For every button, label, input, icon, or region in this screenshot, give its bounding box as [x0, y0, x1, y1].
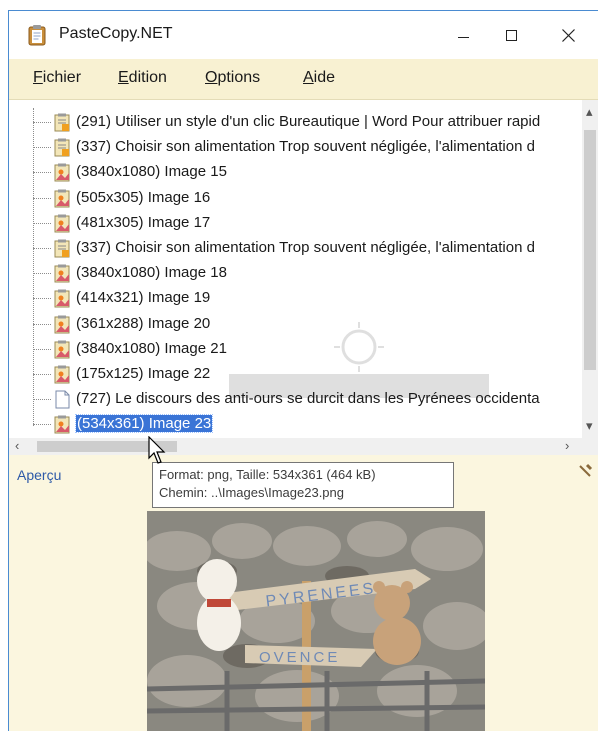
menu-edition-mnemonic: E: [118, 69, 129, 86]
text-clip-icon: [53, 113, 71, 132]
menu-options-mnemonic: O: [205, 69, 218, 86]
image-clip-icon: [53, 365, 71, 384]
tree-item[interactable]: (3840x1080) Image 21: [9, 337, 589, 362]
tooltip-path-line: Chemin: ..\Images\Image23.png: [159, 485, 344, 500]
menu-aide-label: ide: [313, 69, 336, 86]
scroll-down-arrow-icon[interactable]: ▾: [586, 418, 593, 434]
tree-connector: [33, 348, 51, 350]
tree-item-label: (505x305) Image 16: [76, 188, 211, 206]
vertical-scrollbar[interactable]: ▴ ▾: [582, 100, 598, 438]
tree-item[interactable]: (3840x1080) Image 18: [9, 261, 589, 286]
tree-item[interactable]: (361x288) Image 20: [9, 312, 589, 337]
tree-item-label: (414x321) Image 19: [76, 289, 211, 307]
tree-item[interactable]: (175x125) Image 22: [9, 362, 589, 387]
tree-item[interactable]: (505x305) Image 16: [9, 186, 589, 211]
menu-options-label: ptions: [217, 69, 261, 86]
tree-item[interactable]: (481x305) Image 17: [9, 211, 589, 236]
image-clip-icon: [53, 264, 71, 283]
text-clip-icon: [53, 138, 71, 157]
image-clip-icon: [53, 315, 71, 334]
tree-connector: [33, 323, 51, 325]
document-icon: [53, 390, 71, 409]
clipboard-app-icon: [28, 25, 46, 46]
tree-item-label: (337) Choisir son alimentation Trop souv…: [76, 138, 535, 156]
close-icon: [562, 29, 575, 42]
tree-item-label: (361x288) Image 20: [76, 314, 211, 332]
menu-edition-label: dition: [128, 69, 167, 86]
clipboard-history-tree[interactable]: (291) Utiliser un style d'un clic Bureau…: [9, 100, 598, 456]
tree-item[interactable]: (3840x1080) Image 15: [9, 160, 589, 185]
horizontal-scrollbar[interactable]: ‹ ›: [9, 438, 598, 455]
tree-item-label: (175x125) Image 22: [76, 365, 211, 382]
tree-item[interactable]: (337) Choisir son alimentation Trop souv…: [9, 236, 589, 261]
menu-options[interactable]: Options: [205, 69, 260, 87]
tree-item-label: (3840x1080) Image 15: [76, 163, 227, 181]
tree-item-label: (337) Choisir son alimentation Trop souv…: [76, 239, 535, 256]
menu-fichier[interactable]: Fichier: [33, 69, 81, 87]
minimize-button[interactable]: [441, 11, 487, 59]
tree-connector: [33, 273, 51, 275]
tree-item[interactable]: (414x321) Image 19: [9, 286, 589, 311]
close-button[interactable]: [545, 11, 591, 59]
preview-image: PYRENEES OVENCE: [147, 511, 485, 731]
pin-icon[interactable]: [577, 463, 593, 479]
title-bar[interactable]: PasteCopy.NET: [9, 11, 598, 59]
tree-item-label: (291) Utiliser un style d'un clic Bureau…: [76, 113, 541, 130]
scroll-left-arrow-icon[interactable]: ‹: [15, 438, 19, 453]
menu-fichier-mnemonic: F: [33, 69, 43, 86]
window-title: PasteCopy.NET: [59, 25, 173, 42]
tree-item-label: (534x361) Image 23: [74, 414, 214, 434]
menu-aide[interactable]: Aide: [303, 69, 335, 87]
tree-item-label: (727) Le discours des anti-ours se durci…: [76, 390, 540, 408]
tree-item[interactable]: (337) Choisir son alimentation Trop souv…: [9, 135, 589, 160]
tree-connector: [33, 197, 51, 199]
image-clip-icon: [53, 289, 71, 308]
tree-item[interactable]: (534x361) Image 23: [9, 412, 589, 437]
preview-label: Aperçu: [17, 467, 62, 483]
tree-item-label: (481x305) Image 17: [76, 213, 211, 231]
mouse-cursor-icon: [148, 436, 166, 464]
app-window: PasteCopy.NET Fichier Edition Options Ai…: [8, 10, 598, 731]
tree-connector: [33, 374, 51, 375]
tree-connector: [33, 222, 51, 224]
menu-edition[interactable]: Edition: [118, 69, 167, 87]
maximize-button[interactable]: [488, 11, 534, 59]
menu-fichier-label: ichier: [42, 69, 82, 86]
tree-item-label: (3840x1080) Image 21: [76, 339, 227, 357]
tree-connector: [33, 298, 51, 300]
menu-bar: Fichier Edition Options Aide: [9, 59, 598, 100]
scroll-right-arrow-icon[interactable]: ›: [565, 438, 569, 453]
tree-item[interactable]: (291) Utiliser un style d'un clic Bureau…: [9, 110, 589, 135]
image-clip-icon: [53, 340, 71, 359]
image-clip-icon: [53, 415, 71, 434]
image-clip-icon: [53, 189, 71, 208]
tree-item[interactable]: (727) Le discours des anti-ours se durci…: [9, 387, 589, 412]
tree-connector: [33, 147, 51, 149]
tree-connector: [33, 172, 51, 174]
image-clip-icon: [53, 163, 71, 182]
tree-connector: [33, 122, 51, 123]
sign-bottom-text: OVENCE: [259, 649, 340, 666]
menu-aide-mnemonic: A: [303, 69, 314, 86]
vertical-scroll-thumb[interactable]: [584, 130, 596, 370]
image-clip-icon: [53, 214, 71, 233]
scroll-up-arrow-icon[interactable]: ▴: [586, 104, 593, 120]
file-info-tooltip: Format: png, Taille: 534x361 (464 kB) Ch…: [152, 462, 454, 508]
tree-connector: [33, 424, 51, 426]
tree-item-label: (3840x1080) Image 18: [76, 264, 227, 282]
text-clip-icon: [53, 239, 71, 258]
tooltip-format-line: Format: png, Taille: 534x361 (464 kB): [159, 467, 376, 482]
tree-connector: [33, 399, 51, 401]
tree-connector: [33, 248, 51, 249]
